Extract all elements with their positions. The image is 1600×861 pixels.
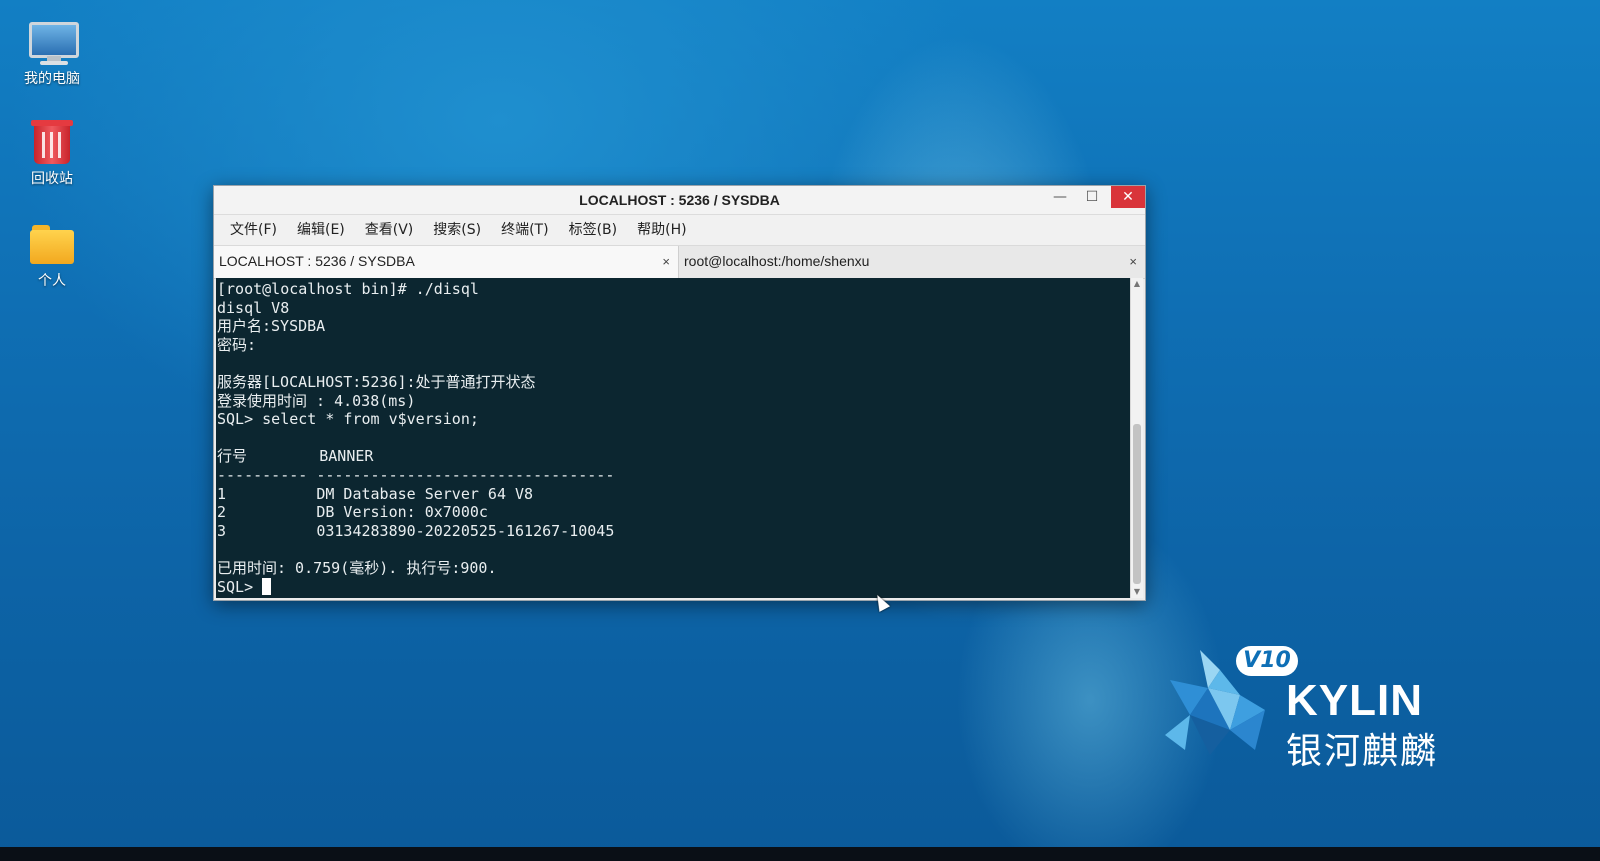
computer-icon xyxy=(29,18,79,65)
tab-close-button[interactable]: × xyxy=(1129,247,1137,277)
tab-bar: LOCALHOST : 5236 / SYSDBA × root@localho… xyxy=(214,246,1145,279)
desktop-icon-my-computer[interactable]: 我的电脑 xyxy=(12,18,92,88)
desktop-icon-recycle-bin[interactable]: 回收站 xyxy=(12,118,92,188)
tab-home-shenxu[interactable]: root@localhost:/home/shenxu × xyxy=(679,246,1145,278)
terminal-line: 行号 BANNER xyxy=(217,447,374,466)
text-cursor xyxy=(262,577,272,595)
menu-search[interactable]: 搜索(S) xyxy=(423,215,491,245)
trash-icon xyxy=(29,118,75,164)
kylin-logo: V10 KYLIN 银河麒麟 xyxy=(1160,640,1460,772)
terminal-line: SQL> select * from v$version; xyxy=(217,410,479,429)
terminal-output[interactable]: [root@localhost bin]# ./disql disql V8 用户名… xyxy=(216,278,1130,598)
menu-tabs[interactable]: 标签(B) xyxy=(559,215,628,245)
terminal-prompt-line: SQL> xyxy=(217,577,1130,597)
folder-home-icon xyxy=(29,220,75,266)
bottom-bar xyxy=(0,847,1600,861)
terminal-line: 1 DM Database Server 64 V8 xyxy=(217,484,534,503)
close-button[interactable]: ✕ xyxy=(1111,186,1145,208)
terminal-scrollbar[interactable]: ▲ ▼ xyxy=(1130,278,1143,598)
desktop-icon-label: 回收站 xyxy=(31,171,73,187)
version-badge: V10 xyxy=(1236,646,1298,676)
tab-close-button[interactable]: × xyxy=(662,247,670,277)
terminal-line: ---------- -----------------------------… xyxy=(217,465,615,484)
terminal-line: 3 03134283890-20220525-161267-10045 xyxy=(217,521,615,540)
terminal-line: 2 DB Version: 0x7000c xyxy=(217,503,488,522)
desktop-icon-label: 我的电脑 xyxy=(24,71,80,87)
maximize-button[interactable]: ☐ xyxy=(1077,186,1107,208)
terminal-line: 已用时间: 0.759(毫秒). 执行号:900. xyxy=(217,558,497,577)
terminal-line: 密码: xyxy=(217,335,257,354)
scroll-up-arrow-icon[interactable]: ▲ xyxy=(1131,278,1143,290)
sql-prompt: SQL> xyxy=(217,577,263,596)
desktop-icon-personal[interactable]: 个人 xyxy=(12,220,92,290)
terminal-text: [root@localhost bin]# ./disql disql V8 用户名… xyxy=(216,278,1130,596)
menu-terminal[interactable]: 终端(T) xyxy=(491,215,558,245)
menu-view[interactable]: 查看(V) xyxy=(355,215,424,245)
tab-label: root@localhost:/home/shenxu xyxy=(684,253,870,269)
terminal-line: disql V8 xyxy=(217,298,290,317)
menu-edit[interactable]: 编辑(E) xyxy=(287,215,355,245)
menu-bar: 文件(F) 编辑(E) 查看(V) 搜索(S) 终端(T) 标签(B) 帮助(H… xyxy=(214,215,1145,246)
menu-help[interactable]: 帮助(H) xyxy=(627,215,696,245)
window-title: LOCALHOST : 5236 / SYSDBA xyxy=(579,192,780,208)
tab-label: LOCALHOST : 5236 / SYSDBA xyxy=(219,253,415,269)
tab-sysdba[interactable]: LOCALHOST : 5236 / SYSDBA × xyxy=(214,246,679,278)
title-bar[interactable]: LOCALHOST : 5236 / SYSDBA — ☐ ✕ xyxy=(214,186,1145,215)
scroll-down-arrow-icon[interactable]: ▼ xyxy=(1131,586,1143,598)
terminal-line: 服务器[LOCALHOST:5236]:处于普通打开状态 xyxy=(217,372,536,391)
menu-file[interactable]: 文件(F) xyxy=(220,215,287,245)
minimize-button[interactable]: — xyxy=(1045,186,1075,208)
terminal-line: 登录使用时间 : 4.038(ms) xyxy=(217,391,416,410)
terminal-window: LOCALHOST : 5236 / SYSDBA — ☐ ✕ 文件(F) 编辑… xyxy=(213,185,1146,601)
logo-text: KYLIN xyxy=(1286,676,1423,725)
terminal-line: 用户名:SYSDBA xyxy=(217,317,326,336)
desktop-icon-label: 个人 xyxy=(38,273,66,289)
terminal-line: [root@localhost bin]# ./disql xyxy=(217,280,479,298)
scroll-thumb[interactable] xyxy=(1133,424,1141,584)
logo-text-cn: 银河麒麟 xyxy=(1286,731,1439,772)
